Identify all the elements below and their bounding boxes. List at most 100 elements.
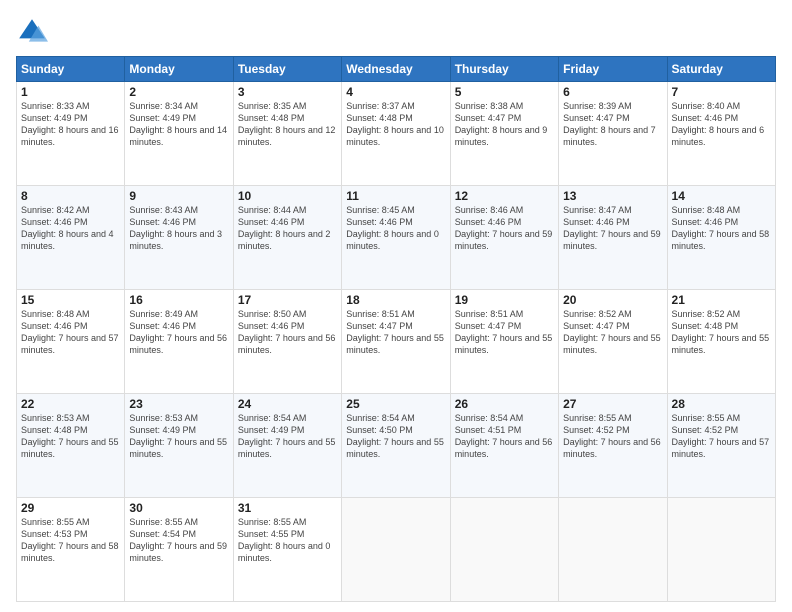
header-cell-friday: Friday <box>559 57 667 82</box>
calendar-cell: 9Sunrise: 8:43 AMSunset: 4:46 PMDaylight… <box>125 186 233 290</box>
day-info: Sunrise: 8:51 AMSunset: 4:47 PMDaylight:… <box>455 308 554 357</box>
logo-icon <box>16 16 48 48</box>
week-row-5: 29Sunrise: 8:55 AMSunset: 4:53 PMDayligh… <box>17 498 776 602</box>
day-number: 31 <box>238 501 337 515</box>
calendar-cell: 17Sunrise: 8:50 AMSunset: 4:46 PMDayligh… <box>233 290 341 394</box>
day-number: 27 <box>563 397 662 411</box>
day-number: 1 <box>21 85 120 99</box>
day-info: Sunrise: 8:44 AMSunset: 4:46 PMDaylight:… <box>238 204 337 253</box>
day-number: 11 <box>346 189 445 203</box>
calendar-cell: 5Sunrise: 8:38 AMSunset: 4:47 PMDaylight… <box>450 82 558 186</box>
day-number: 19 <box>455 293 554 307</box>
day-number: 5 <box>455 85 554 99</box>
day-info: Sunrise: 8:55 AMSunset: 4:52 PMDaylight:… <box>672 412 771 461</box>
calendar-cell <box>667 498 775 602</box>
calendar-cell: 11Sunrise: 8:45 AMSunset: 4:46 PMDayligh… <box>342 186 450 290</box>
calendar-cell: 22Sunrise: 8:53 AMSunset: 4:48 PMDayligh… <box>17 394 125 498</box>
calendar-cell: 13Sunrise: 8:47 AMSunset: 4:46 PMDayligh… <box>559 186 667 290</box>
calendar-cell: 16Sunrise: 8:49 AMSunset: 4:46 PMDayligh… <box>125 290 233 394</box>
logo <box>16 16 52 48</box>
day-number: 23 <box>129 397 228 411</box>
day-number: 16 <box>129 293 228 307</box>
calendar-cell <box>559 498 667 602</box>
calendar-cell: 21Sunrise: 8:52 AMSunset: 4:48 PMDayligh… <box>667 290 775 394</box>
calendar-cell: 19Sunrise: 8:51 AMSunset: 4:47 PMDayligh… <box>450 290 558 394</box>
day-number: 10 <box>238 189 337 203</box>
calendar-table: SundayMondayTuesdayWednesdayThursdayFrid… <box>16 56 776 602</box>
day-info: Sunrise: 8:42 AMSunset: 4:46 PMDaylight:… <box>21 204 120 253</box>
calendar-cell: 4Sunrise: 8:37 AMSunset: 4:48 PMDaylight… <box>342 82 450 186</box>
day-info: Sunrise: 8:37 AMSunset: 4:48 PMDaylight:… <box>346 100 445 149</box>
day-number: 17 <box>238 293 337 307</box>
calendar-cell: 10Sunrise: 8:44 AMSunset: 4:46 PMDayligh… <box>233 186 341 290</box>
calendar-cell: 12Sunrise: 8:46 AMSunset: 4:46 PMDayligh… <box>450 186 558 290</box>
calendar-cell: 6Sunrise: 8:39 AMSunset: 4:47 PMDaylight… <box>559 82 667 186</box>
day-number: 25 <box>346 397 445 411</box>
day-info: Sunrise: 8:54 AMSunset: 4:51 PMDaylight:… <box>455 412 554 461</box>
day-number: 20 <box>563 293 662 307</box>
day-info: Sunrise: 8:46 AMSunset: 4:46 PMDaylight:… <box>455 204 554 253</box>
day-info: Sunrise: 8:49 AMSunset: 4:46 PMDaylight:… <box>129 308 228 357</box>
calendar-cell: 25Sunrise: 8:54 AMSunset: 4:50 PMDayligh… <box>342 394 450 498</box>
day-info: Sunrise: 8:48 AMSunset: 4:46 PMDaylight:… <box>672 204 771 253</box>
day-number: 15 <box>21 293 120 307</box>
day-info: Sunrise: 8:54 AMSunset: 4:50 PMDaylight:… <box>346 412 445 461</box>
day-number: 7 <box>672 85 771 99</box>
calendar-cell: 27Sunrise: 8:55 AMSunset: 4:52 PMDayligh… <box>559 394 667 498</box>
calendar-cell: 20Sunrise: 8:52 AMSunset: 4:47 PMDayligh… <box>559 290 667 394</box>
day-info: Sunrise: 8:55 AMSunset: 4:52 PMDaylight:… <box>563 412 662 461</box>
header-cell-monday: Monday <box>125 57 233 82</box>
week-row-3: 15Sunrise: 8:48 AMSunset: 4:46 PMDayligh… <box>17 290 776 394</box>
day-number: 24 <box>238 397 337 411</box>
day-number: 26 <box>455 397 554 411</box>
day-number: 4 <box>346 85 445 99</box>
calendar-cell: 24Sunrise: 8:54 AMSunset: 4:49 PMDayligh… <box>233 394 341 498</box>
day-info: Sunrise: 8:38 AMSunset: 4:47 PMDaylight:… <box>455 100 554 149</box>
header-cell-saturday: Saturday <box>667 57 775 82</box>
day-info: Sunrise: 8:55 AMSunset: 4:54 PMDaylight:… <box>129 516 228 565</box>
day-info: Sunrise: 8:43 AMSunset: 4:46 PMDaylight:… <box>129 204 228 253</box>
day-info: Sunrise: 8:54 AMSunset: 4:49 PMDaylight:… <box>238 412 337 461</box>
day-info: Sunrise: 8:52 AMSunset: 4:47 PMDaylight:… <box>563 308 662 357</box>
day-number: 12 <box>455 189 554 203</box>
header-cell-sunday: Sunday <box>17 57 125 82</box>
week-row-2: 8Sunrise: 8:42 AMSunset: 4:46 PMDaylight… <box>17 186 776 290</box>
day-number: 28 <box>672 397 771 411</box>
day-info: Sunrise: 8:40 AMSunset: 4:46 PMDaylight:… <box>672 100 771 149</box>
day-info: Sunrise: 8:39 AMSunset: 4:47 PMDaylight:… <box>563 100 662 149</box>
day-info: Sunrise: 8:50 AMSunset: 4:46 PMDaylight:… <box>238 308 337 357</box>
day-number: 29 <box>21 501 120 515</box>
day-number: 21 <box>672 293 771 307</box>
calendar-cell: 29Sunrise: 8:55 AMSunset: 4:53 PMDayligh… <box>17 498 125 602</box>
calendar-cell: 14Sunrise: 8:48 AMSunset: 4:46 PMDayligh… <box>667 186 775 290</box>
calendar-cell: 8Sunrise: 8:42 AMSunset: 4:46 PMDaylight… <box>17 186 125 290</box>
calendar-cell: 7Sunrise: 8:40 AMSunset: 4:46 PMDaylight… <box>667 82 775 186</box>
day-info: Sunrise: 8:55 AMSunset: 4:53 PMDaylight:… <box>21 516 120 565</box>
day-number: 6 <box>563 85 662 99</box>
page: SundayMondayTuesdayWednesdayThursdayFrid… <box>0 0 792 612</box>
calendar-cell: 23Sunrise: 8:53 AMSunset: 4:49 PMDayligh… <box>125 394 233 498</box>
header-cell-tuesday: Tuesday <box>233 57 341 82</box>
calendar-cell: 1Sunrise: 8:33 AMSunset: 4:49 PMDaylight… <box>17 82 125 186</box>
day-info: Sunrise: 8:35 AMSunset: 4:48 PMDaylight:… <box>238 100 337 149</box>
day-number: 30 <box>129 501 228 515</box>
day-info: Sunrise: 8:52 AMSunset: 4:48 PMDaylight:… <box>672 308 771 357</box>
calendar-cell <box>450 498 558 602</box>
day-info: Sunrise: 8:51 AMSunset: 4:47 PMDaylight:… <box>346 308 445 357</box>
day-number: 14 <box>672 189 771 203</box>
day-number: 13 <box>563 189 662 203</box>
day-info: Sunrise: 8:45 AMSunset: 4:46 PMDaylight:… <box>346 204 445 253</box>
day-info: Sunrise: 8:53 AMSunset: 4:49 PMDaylight:… <box>129 412 228 461</box>
day-number: 18 <box>346 293 445 307</box>
day-number: 2 <box>129 85 228 99</box>
day-number: 9 <box>129 189 228 203</box>
calendar-cell: 31Sunrise: 8:55 AMSunset: 4:55 PMDayligh… <box>233 498 341 602</box>
calendar-cell <box>342 498 450 602</box>
week-row-4: 22Sunrise: 8:53 AMSunset: 4:48 PMDayligh… <box>17 394 776 498</box>
header-row: SundayMondayTuesdayWednesdayThursdayFrid… <box>17 57 776 82</box>
day-number: 22 <box>21 397 120 411</box>
calendar-cell: 18Sunrise: 8:51 AMSunset: 4:47 PMDayligh… <box>342 290 450 394</box>
header <box>16 16 776 48</box>
day-info: Sunrise: 8:34 AMSunset: 4:49 PMDaylight:… <box>129 100 228 149</box>
calendar-cell: 15Sunrise: 8:48 AMSunset: 4:46 PMDayligh… <box>17 290 125 394</box>
